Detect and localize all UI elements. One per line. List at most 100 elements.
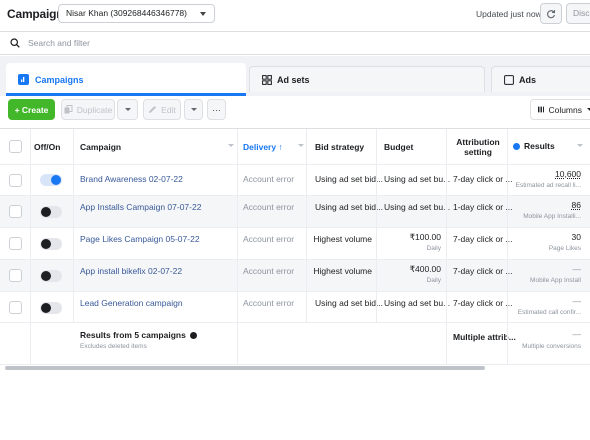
campaign-name-link[interactable]: Brand Awareness 02-07-22 xyxy=(80,174,183,184)
bid-strategy: Using ad set bid... xyxy=(315,174,384,184)
table-row[interactable]: App install bikefix 02-07-22 Account err… xyxy=(0,260,590,292)
column-divider xyxy=(507,129,508,365)
header-bid-strategy[interactable]: Bid strategy xyxy=(315,142,364,152)
budget: ₹400.00 xyxy=(409,264,441,274)
bid-strategy: Highest volume xyxy=(313,234,372,244)
columns-label: Columns xyxy=(548,104,582,115)
tab-campaigns[interactable]: Campaigns xyxy=(6,63,246,96)
campaign-name-link[interactable]: Lead Generation campaign xyxy=(80,298,183,308)
duplicate-label: Duplicate xyxy=(76,104,113,115)
delivery-status: Account error xyxy=(243,174,295,184)
campaign-name-link[interactable]: App install bikefix 02-07-22 xyxy=(80,266,182,276)
refresh-button[interactable] xyxy=(540,3,562,24)
refresh-icon xyxy=(547,9,556,18)
horizontal-scrollbar[interactable] xyxy=(5,366,485,370)
header-attribution[interactable]: Attribution setting xyxy=(453,137,503,157)
sort-caret-icon[interactable] xyxy=(298,144,304,147)
info-icon[interactable] xyxy=(189,331,197,339)
toggle-knob xyxy=(51,175,61,185)
toggle-knob xyxy=(41,239,51,249)
toggle-knob xyxy=(41,271,51,281)
delivery-status: Account error xyxy=(243,266,295,276)
search-icon xyxy=(10,38,20,48)
results-type: Page Likes xyxy=(548,245,581,252)
table-row[interactable]: Lead Generation campaign Account error U… xyxy=(0,292,590,323)
budget: Using ad set bu... xyxy=(384,298,451,308)
sort-caret-icon[interactable] xyxy=(228,144,234,147)
bid-strategy: Highest volume xyxy=(313,266,372,276)
tab-ads-label: Ads xyxy=(519,74,537,85)
results-value[interactable]: 10,600 xyxy=(500,169,581,179)
delivery-status: Account error xyxy=(243,202,295,212)
edit-button[interactable]: Edit xyxy=(143,99,181,120)
campaigns-table: Off/On Campaign Delivery ↑ Bid strategy … xyxy=(0,128,590,366)
header-results[interactable]: Results xyxy=(513,141,555,151)
summary-title-text: Results from 5 campaigns xyxy=(80,330,186,340)
column-divider xyxy=(30,129,31,365)
search-bar xyxy=(0,31,590,55)
toggle-knob xyxy=(41,303,51,313)
campaign-toggle[interactable] xyxy=(40,206,62,218)
row-checkbox[interactable] xyxy=(9,301,22,314)
pencil-icon xyxy=(149,106,157,113)
results-type: Estimated ad recall li... xyxy=(515,182,581,189)
header-attribution-line2: setting xyxy=(464,147,492,157)
budget: Using ad set bu... xyxy=(384,174,451,184)
header-attribution-line1: Attribution xyxy=(456,137,500,147)
results-type: Mobile App Installi... xyxy=(523,213,581,220)
account-selector[interactable]: Nisar Khan (309268446346778) xyxy=(58,4,215,23)
duplicate-dropdown-button[interactable] xyxy=(117,99,138,120)
discard-drafts-button[interactable]: Disca xyxy=(566,3,590,24)
campaign-toggle[interactable] xyxy=(40,238,62,250)
tab-ad-sets[interactable]: Ad sets xyxy=(249,66,485,92)
tab-ads[interactable]: Ads xyxy=(491,66,590,92)
ads-icon xyxy=(504,74,514,85)
budget: ₹100.00 xyxy=(409,232,441,242)
chevron-down-icon xyxy=(190,108,197,111)
row-checkbox[interactable] xyxy=(9,205,22,218)
more-button[interactable]: ··· xyxy=(207,99,226,120)
create-button[interactable]: + Create xyxy=(8,99,55,120)
campaign-toggle[interactable] xyxy=(40,270,62,282)
summary-subtitle: Excludes deleted items xyxy=(80,343,147,350)
results-type: Estimated call confir... xyxy=(517,309,581,316)
header-campaign[interactable]: Campaign xyxy=(80,142,121,152)
tab-ad-sets-label: Ad sets xyxy=(277,74,310,85)
edit-label: Edit xyxy=(161,104,176,115)
results-value[interactable]: 30 xyxy=(500,232,581,242)
table-header-row: Off/On Campaign Delivery ↑ Bid strategy … xyxy=(0,129,590,165)
delivery-status: Account error xyxy=(243,234,295,244)
header-off-on: Off/On xyxy=(34,142,61,152)
campaign-toggle[interactable] xyxy=(40,174,62,186)
ad-sets-icon xyxy=(262,74,272,85)
info-icon xyxy=(513,142,520,150)
table-row[interactable]: Brand Awareness 02-07-22 Account error U… xyxy=(0,165,590,196)
results-value[interactable]: 86 xyxy=(500,200,581,210)
toolbar: + Create Duplicate Edit ··· Columns xyxy=(0,96,590,128)
search-input[interactable] xyxy=(28,38,328,48)
column-divider xyxy=(73,129,74,323)
campaign-name-link[interactable]: Page Likes Campaign 05-07-22 xyxy=(80,234,200,244)
sort-caret-icon[interactable] xyxy=(577,144,583,147)
row-checkbox[interactable] xyxy=(9,269,22,282)
edit-dropdown-button[interactable] xyxy=(184,99,203,120)
columns-button[interactable]: Columns xyxy=(530,99,590,120)
campaign-name-link[interactable]: App Installs Campaign 07-07-22 xyxy=(80,202,201,212)
toggle-knob xyxy=(41,207,51,217)
duplicate-button[interactable]: Duplicate xyxy=(61,99,115,120)
updated-status: Updated just now xyxy=(476,9,542,19)
table-row[interactable]: Page Likes Campaign 05-07-22 Account err… xyxy=(0,228,590,260)
row-checkbox[interactable] xyxy=(9,174,22,187)
summary-results-type: Multiple conversions xyxy=(522,343,581,350)
delivery-status: Account error xyxy=(243,298,295,308)
row-checkbox[interactable] xyxy=(9,237,22,250)
header-budget[interactable]: Budget xyxy=(384,142,413,152)
results-type: Mobile App Install xyxy=(530,277,581,284)
column-divider xyxy=(446,129,447,365)
header-delivery[interactable]: Delivery ↑ xyxy=(243,142,283,152)
select-all-checkbox[interactable] xyxy=(9,140,22,153)
bid-strategy: Using ad set bid... xyxy=(315,298,384,308)
table-row[interactable]: App Installs Campaign 07-07-22 Account e… xyxy=(0,196,590,228)
results-value: — xyxy=(572,264,582,274)
campaign-toggle[interactable] xyxy=(40,302,62,314)
